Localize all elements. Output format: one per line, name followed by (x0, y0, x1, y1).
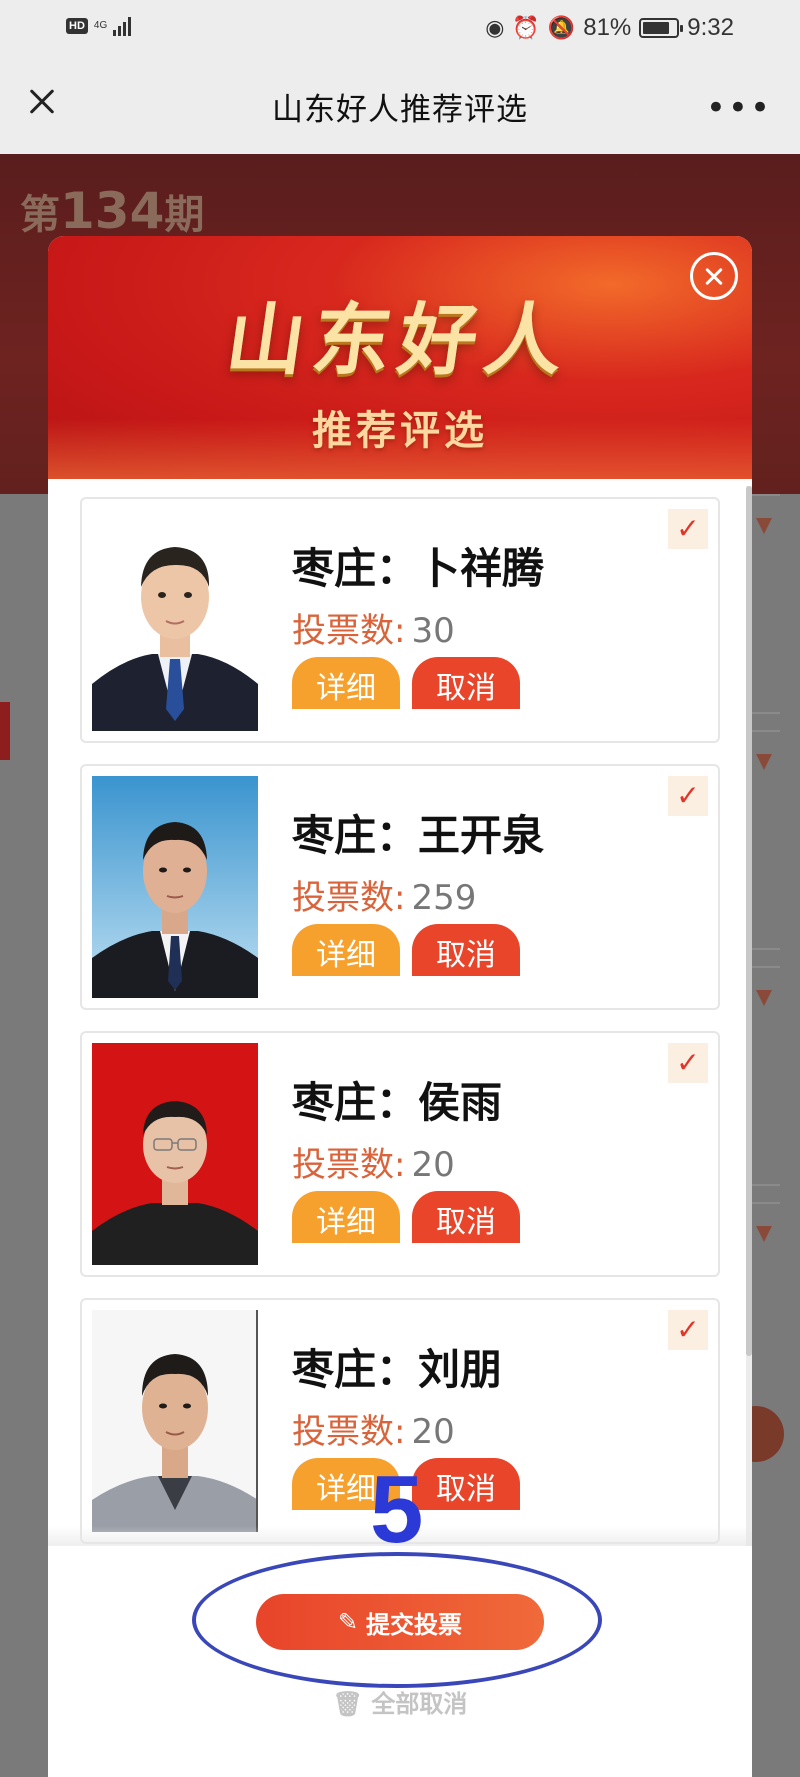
battery-icon (639, 18, 684, 38)
page-title: 山东好人推荐评选 (272, 91, 528, 128)
signal-icon (113, 16, 132, 36)
clock: 9:32 (687, 14, 734, 41)
network-type: 4G (93, 20, 108, 31)
candidate-name: 枣庄：刘朋 (292, 1345, 503, 1394)
cancel-button[interactable]: 取消 (412, 924, 520, 976)
candidate-card: 枣庄：侯雨 投票数: 20 详细 取消 ✓ (80, 1031, 720, 1277)
checkmark-icon[interactable]: ✓ (668, 509, 708, 549)
candidate-list: 枣庄：卜祥腾 投票数: 30 详细 取消 ✓ 枣庄：王开泉 投票数: 259 详… (48, 479, 752, 1599)
alarm-icon: ⏰ (512, 15, 540, 40)
cancel-button[interactable]: 取消 (412, 1191, 520, 1243)
checkmark-icon[interactable]: ✓ (668, 1310, 708, 1350)
cancel-all-button[interactable]: 🗑 全部取消 (48, 1684, 752, 1718)
modal-header: 山东好人 推荐评选 (48, 236, 752, 479)
portrait-image (92, 1310, 258, 1532)
candidate-name: 枣庄：卜祥腾 (292, 544, 545, 593)
trash-icon: 🗑 (332, 1690, 364, 1718)
candidate-card: 枣庄：卜祥腾 投票数: 30 详细 取消 ✓ (80, 497, 720, 743)
candidate-photo (92, 1310, 258, 1532)
portrait-image (92, 1043, 258, 1265)
cancel-button[interactable]: 取消 (412, 1458, 520, 1510)
checkmark-icon[interactable]: ✓ (668, 1043, 708, 1083)
close-circle-icon[interactable] (690, 252, 738, 300)
modal-subtitle: 推荐评选 (312, 408, 488, 454)
cancel-button[interactable]: 取消 (412, 657, 520, 709)
candidate-name: 枣庄：侯雨 (292, 1078, 503, 1127)
eye-icon: ◉ (485, 15, 505, 40)
title-bar: 山东好人推荐评选 ••• (0, 58, 800, 154)
votes-value: 30 (411, 611, 455, 651)
votes-label: 投票数: (292, 1412, 406, 1452)
candidate-photo (92, 776, 258, 998)
detail-button[interactable]: 详细 (292, 1191, 400, 1243)
candidate-photo (92, 1043, 258, 1265)
vote-count: 投票数: 30 (292, 603, 455, 652)
candidate-name: 枣庄：王开泉 (292, 811, 545, 860)
votes-label: 投票数: (292, 878, 406, 918)
annotation-number: 5 (370, 1456, 424, 1563)
votes-label: 投票数: (292, 611, 406, 651)
vote-count: 投票数: 259 (292, 870, 476, 919)
cancel-all-label: 全部取消 (371, 1690, 468, 1718)
candidate-card: 枣庄：王开泉 投票数: 259 详细 取消 ✓ (80, 764, 720, 1010)
bell-off-icon: 🔕 (547, 15, 576, 40)
checkmark-icon[interactable]: ✓ (668, 776, 708, 816)
background-tab (0, 702, 10, 760)
votes-value: 259 (411, 878, 477, 918)
vote-count: 投票数: 20 (292, 1404, 455, 1453)
votes-label: 投票数: (292, 1145, 406, 1185)
candidate-photo (92, 509, 258, 731)
status-bar: HD 4G ◉ ⏰ 🔕 81% 9:32 (0, 0, 800, 58)
status-right: ◉ ⏰ 🔕 81% 9:32 (485, 14, 734, 42)
detail-button[interactable]: 详细 (292, 657, 400, 709)
annotation-ellipse (192, 1552, 602, 1688)
issue-label: 第134期 (20, 182, 205, 240)
detail-button[interactable]: 详细 (292, 924, 400, 976)
battery-percent: 81% (583, 14, 632, 41)
votes-value: 20 (411, 1145, 455, 1185)
status-left: HD 4G (66, 16, 132, 36)
votes-value: 20 (411, 1412, 455, 1452)
portrait-image (92, 509, 258, 731)
portrait-image (92, 776, 258, 998)
modal-title: 山东好人 (220, 295, 578, 386)
hd-icon: HD (66, 18, 88, 34)
close-icon[interactable] (22, 82, 62, 122)
more-icon[interactable]: ••• (706, 88, 772, 128)
vote-count: 投票数: 20 (292, 1137, 455, 1186)
